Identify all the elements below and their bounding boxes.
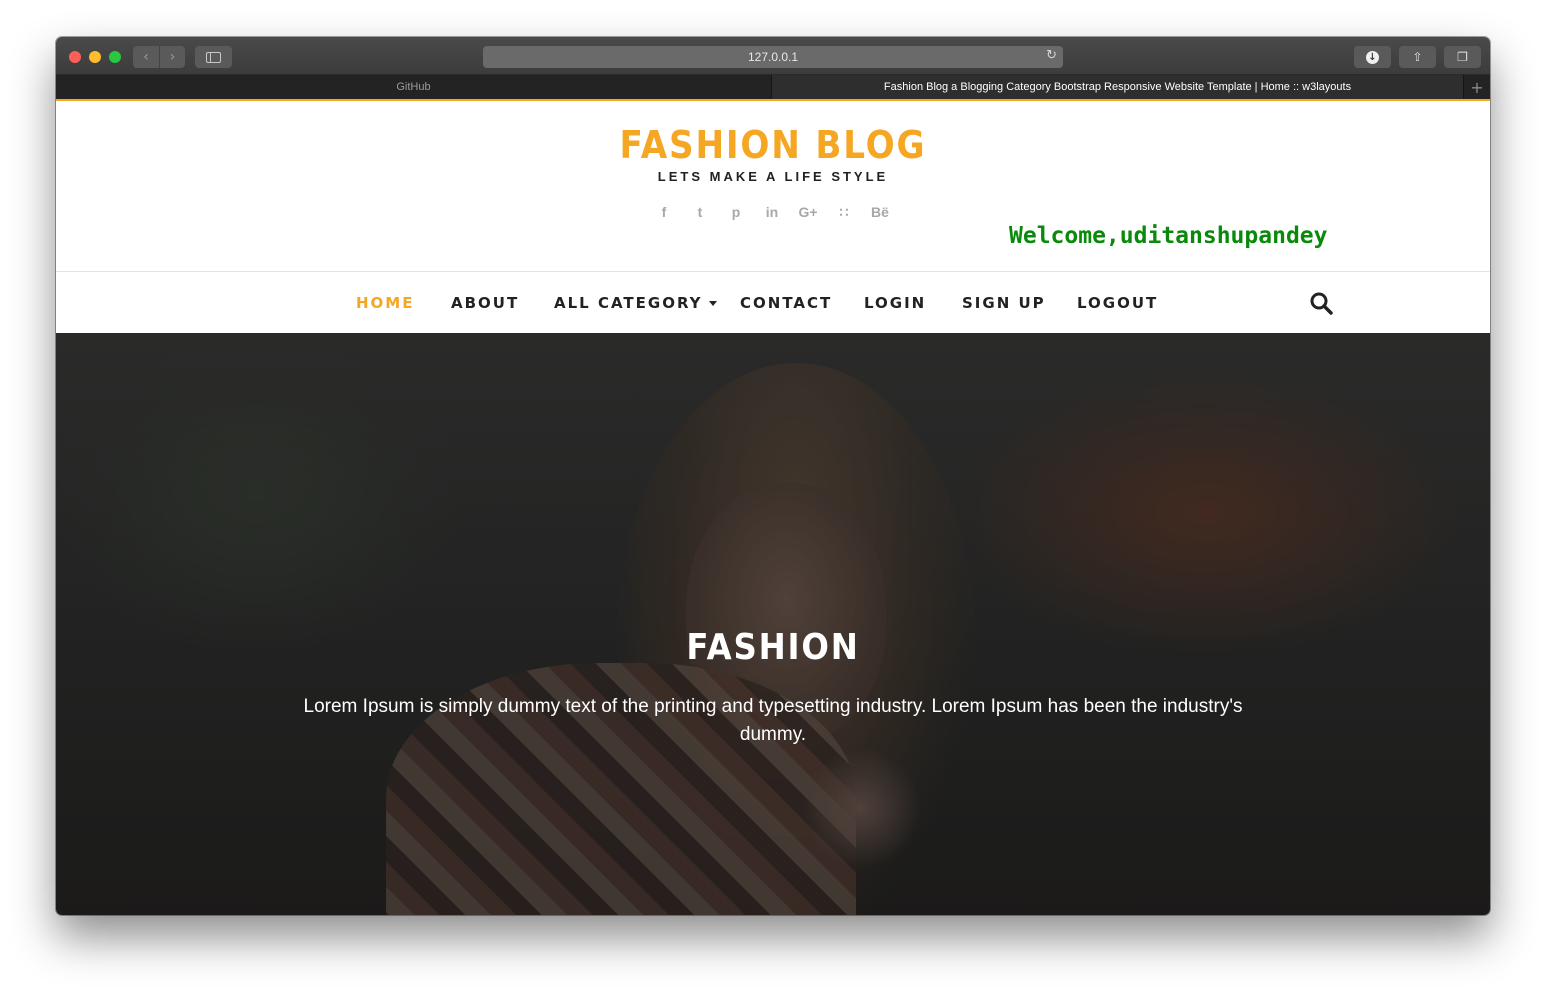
- search-icon[interactable]: [1309, 291, 1333, 315]
- history-buttons: ‹ ›: [133, 46, 185, 68]
- sidebar-icon: [206, 51, 221, 63]
- tab-title: Fashion Blog a Blogging Category Bootstr…: [883, 81, 1352, 93]
- reload-icon[interactable]: ↻: [1046, 48, 1057, 63]
- nav-logout[interactable]: LOGOUT: [1077, 294, 1158, 312]
- caret-down-icon: [708, 301, 717, 306]
- hero-overlay: [56, 333, 1490, 915]
- twitter-icon[interactable]: t: [682, 204, 718, 224]
- back-button[interactable]: ‹: [133, 46, 159, 68]
- browser-window: ‹ › 127.0.0.1 ↻ ↓ ⇧ ❐ GitHub Fashion Blo…: [56, 37, 1490, 915]
- close-window-button[interactable]: [69, 51, 81, 63]
- tab-title: GitHub: [396, 81, 431, 93]
- nav-home[interactable]: HOME: [356, 294, 414, 312]
- tabs-overview-icon: ❐: [1457, 50, 1468, 64]
- tab-fashion-blog[interactable]: Fashion Blog a Blogging Category Bootstr…: [771, 75, 1464, 99]
- nav-login[interactable]: LOGIN: [864, 294, 926, 312]
- social-links: f t p in G+ ∷ Bë: [646, 204, 898, 224]
- address-bar[interactable]: 127.0.0.1 ↻: [483, 46, 1063, 68]
- chevron-right-icon: ›: [169, 49, 176, 65]
- show-tabs-button[interactable]: ❐: [1444, 46, 1481, 68]
- nav-sign-up[interactable]: SIGN UP: [962, 294, 1046, 312]
- pinterest-icon[interactable]: p: [718, 204, 754, 224]
- downloads-button[interactable]: ↓: [1354, 46, 1391, 68]
- url-text: 127.0.0.1: [747, 50, 799, 64]
- facebook-icon[interactable]: f: [646, 204, 682, 224]
- chevron-left-icon: ‹: [143, 49, 149, 65]
- nav-all-category-label: ALL CATEGORY: [554, 294, 703, 312]
- nav-contact[interactable]: CONTACT: [740, 294, 832, 312]
- hero-description: Lorem Ipsum is simply dummy text of the …: [303, 696, 1243, 745]
- share-button[interactable]: ⇧: [1399, 46, 1436, 68]
- nav-all-category[interactable]: ALL CATEGORY: [554, 294, 717, 312]
- tab-bar: GitHub Fashion Blog a Blogging Category …: [56, 75, 1490, 101]
- forward-button[interactable]: ›: [159, 46, 185, 68]
- nav-about[interactable]: ABOUT: [451, 294, 519, 312]
- google-plus-icon[interactable]: G+: [790, 204, 826, 224]
- download-icon: ↓: [1366, 50, 1379, 64]
- linkedin-icon[interactable]: in: [754, 204, 790, 224]
- hero-banner: FASHION Lorem Ipsum is simply dummy text…: [56, 333, 1490, 915]
- site-header: FASHION BLOG LETS MAKE A LIFE STYLE f t …: [56, 103, 1490, 272]
- browser-toolbar: ‹ › 127.0.0.1 ↻ ↓ ⇧ ❐: [56, 37, 1490, 75]
- rss-icon[interactable]: ∷: [826, 204, 862, 224]
- zoom-window-button[interactable]: [109, 51, 121, 63]
- share-icon: ⇧: [1412, 50, 1423, 64]
- welcome-message: Welcome,uditanshupandey: [1009, 223, 1328, 249]
- sidebar-toggle-button[interactable]: [195, 46, 232, 68]
- new-tab-button[interactable]: +: [1464, 75, 1490, 99]
- site-tagline: LETS MAKE A LIFE STYLE: [657, 169, 889, 184]
- site-logo[interactable]: FASHION BLOG: [128, 123, 1419, 167]
- hero-title: FASHION: [686, 627, 860, 668]
- main-nav: HOME ABOUT ALL CATEGORY CONTACT LOGIN SI…: [56, 273, 1490, 333]
- tab-github[interactable]: GitHub: [56, 75, 771, 99]
- minimize-window-button[interactable]: [89, 51, 101, 63]
- behance-icon[interactable]: Bë: [862, 204, 898, 224]
- plus-icon: +: [1470, 77, 1484, 97]
